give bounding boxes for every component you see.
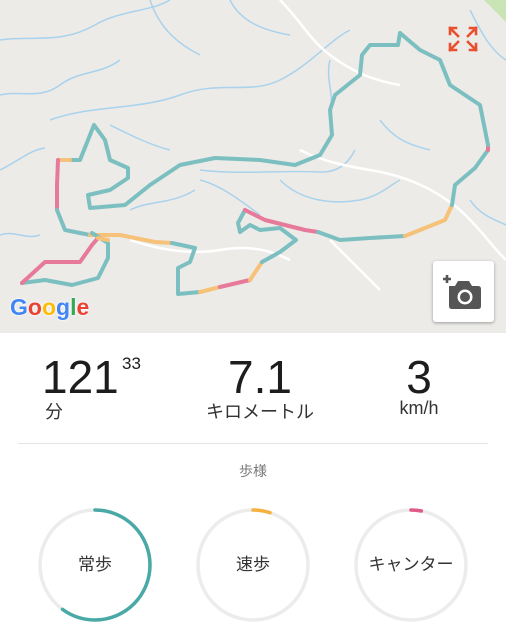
- map-park: [484, 0, 506, 22]
- gait-label-walk: 常歩: [78, 555, 112, 575]
- duration-stat: 121 33 分: [42, 351, 152, 423]
- gait-gauge-walk[interactable]: 常歩: [37, 507, 153, 623]
- gait-label-trot: 速歩: [236, 555, 270, 575]
- distance-stat: 7.1 キロメートル: [195, 354, 325, 424]
- route-map[interactable]: Google: [0, 0, 506, 333]
- add-photo-button[interactable]: [433, 261, 494, 322]
- gait-gauge-canter[interactable]: キャンター: [353, 507, 469, 623]
- distance-value: 7.1: [228, 351, 292, 403]
- duration-seconds: 33: [122, 354, 141, 373]
- speed-unit: km/h: [399, 398, 439, 418]
- gait-label-canter: キャンター: [368, 555, 454, 575]
- fullscreen-button[interactable]: [446, 24, 480, 54]
- gait-section-title: 歩様: [239, 464, 267, 480]
- expand-arrows-icon: [448, 26, 478, 52]
- duration-minutes: 121: [42, 351, 119, 403]
- gait-gauge-trot[interactable]: 速歩: [195, 507, 311, 623]
- speed-stat: 3 km/h: [384, 354, 454, 419]
- section-divider: [18, 443, 488, 444]
- add-photo-camera-icon: [443, 275, 481, 309]
- duration-unit: 分: [45, 402, 63, 423]
- map-canvas: [0, 0, 506, 296]
- map-rivers: [0, 0, 506, 238]
- google-attribution-logo: Google: [10, 294, 90, 320]
- speed-value: 3: [406, 351, 432, 403]
- distance-unit: キロメートル: [206, 402, 314, 423]
